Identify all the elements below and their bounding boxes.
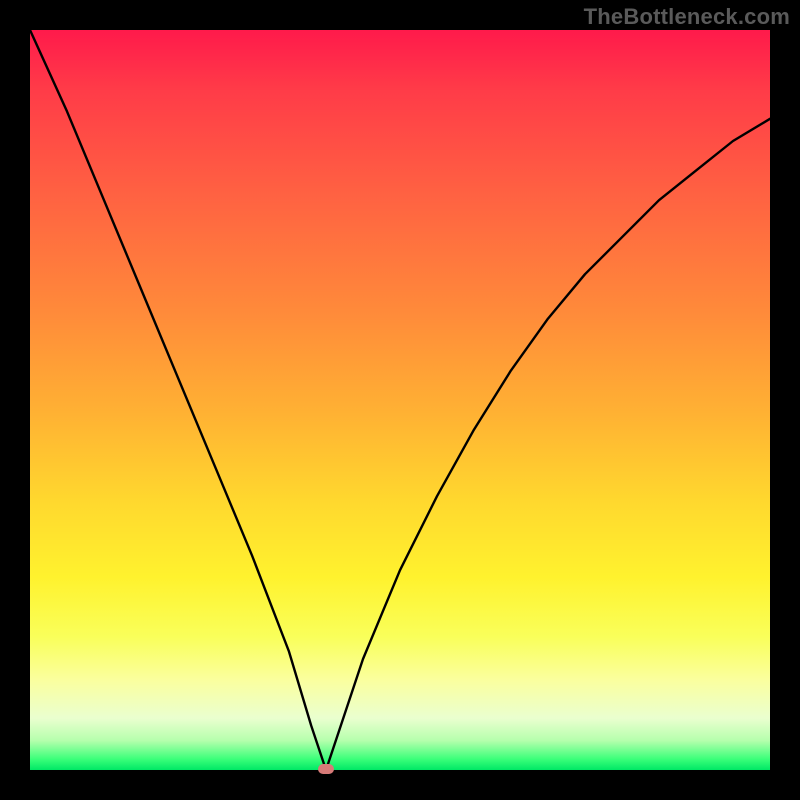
minimum-marker	[318, 764, 334, 774]
bottleneck-curve	[30, 30, 770, 770]
curve-path	[30, 30, 770, 770]
watermark-text: TheBottleneck.com	[584, 4, 790, 30]
plot-area	[30, 30, 770, 770]
chart-frame: TheBottleneck.com	[0, 0, 800, 800]
